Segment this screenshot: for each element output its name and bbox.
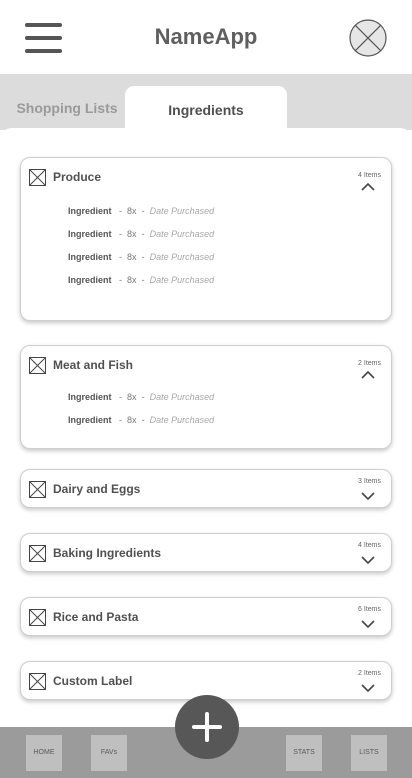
ingredient-name: Ingredient [68,415,112,425]
item-count-badge: 4 Items [358,172,381,179]
image-placeholder-icon[interactable] [29,169,46,186]
ingredient-date: Date Purchased [149,229,215,239]
separator: - [119,392,123,402]
tab-ingredients[interactable]: Ingredients [125,86,287,130]
ingredient-row[interactable]: Ingredient - 8x - Date Purchased [68,252,214,262]
nav-stats-button[interactable]: STATS [286,735,322,771]
image-placeholder-icon[interactable] [29,609,46,626]
category-card-dairy-and-eggs[interactable]: Dairy and Eggs 3 Items [20,469,392,508]
category-card-produce[interactable]: Produce 4 Items Ingredient - 8x - Date P… [20,157,392,321]
ingredient-date: Date Purchased [149,275,215,285]
image-placeholder-icon[interactable] [29,545,46,562]
nav-home-button[interactable]: HOME [26,735,62,771]
plus-icon-stroke [205,712,209,742]
ingredient-date: Date Purchased [149,252,215,262]
ingredient-quantity: 8x [127,415,137,425]
ingredient-quantity: 8x [127,392,137,402]
item-count-badge: 6 Items [358,606,381,613]
chevron-down-icon[interactable] [361,684,375,693]
category-title: Produce [53,170,102,184]
separator: - [141,206,145,216]
item-count-badge: 2 Items [358,360,381,367]
chevron-down-icon[interactable] [361,620,375,629]
category-card-meat-and-fish[interactable]: Meat and Fish 2 Items Ingredient - 8x - … [20,345,392,449]
image-placeholder-icon[interactable] [29,673,46,690]
separator: - [119,252,123,262]
ingredient-row[interactable]: Ingredient - 8x - Date Purchased [68,275,214,285]
ingredient-row[interactable]: Ingredient - 8x - Date Purchased [68,206,214,216]
nav-favs-button[interactable]: FAVs [91,735,127,771]
ingredient-quantity: 8x [127,206,137,216]
ingredient-row[interactable]: Ingredient - 8x - Date Purchased [68,415,214,425]
chevron-down-icon[interactable] [361,492,375,501]
separator: - [119,275,123,285]
chevron-up-icon[interactable] [361,370,375,379]
ingredient-name: Ingredient [68,275,112,285]
category-title: Meat and Fish [53,358,134,372]
separator: - [119,229,123,239]
ingredient-name: Ingredient [68,206,112,216]
add-button[interactable] [175,695,239,759]
ingredient-name: Ingredient [68,252,112,262]
category-title: Custom Label [53,674,133,688]
avatar-placeholder-icon[interactable] [349,19,387,57]
ingredients-list: Produce 4 Items Ingredient - 8x - Date P… [0,128,412,728]
ingredient-date: Date Purchased [149,206,215,216]
image-placeholder-icon[interactable] [29,481,46,498]
separator: - [141,229,145,239]
separator: - [119,206,123,216]
separator: - [119,415,123,425]
separator: - [141,392,145,402]
ingredient-quantity: 8x [127,275,137,285]
app-header: NameApp [0,0,412,74]
separator: - [141,275,145,285]
category-title: Dairy and Eggs [53,482,141,496]
item-count-badge: 3 Items [358,478,381,485]
ingredient-date: Date Purchased [149,415,215,425]
separator: - [141,252,145,262]
chevron-down-icon[interactable] [361,556,375,565]
ingredient-quantity: 8x [127,229,137,239]
ingredient-name: Ingredient [68,229,112,239]
category-card-rice-and-pasta[interactable]: Rice and Pasta 6 Items [20,597,392,636]
item-count-badge: 2 Items [358,670,381,677]
ingredient-row[interactable]: Ingredient - 8x - Date Purchased [68,392,214,402]
ingredient-date: Date Purchased [149,392,215,402]
nav-lists-button[interactable]: LISTS [351,735,387,771]
ingredient-quantity: 8x [127,252,137,262]
tab-bar: Shopping Lists Ingredients [0,74,412,130]
separator: - [141,415,145,425]
tab-shopping-lists[interactable]: Shopping Lists [0,100,134,116]
item-count-badge: 4 Items [358,542,381,549]
category-title: Rice and Pasta [53,610,139,624]
category-title: Baking Ingredients [53,546,162,560]
chevron-up-icon[interactable] [361,182,375,191]
image-placeholder-icon[interactable] [29,357,46,374]
category-card-baking-ingredients[interactable]: Baking Ingredients 4 Items [20,533,392,572]
ingredient-row[interactable]: Ingredient - 8x - Date Purchased [68,229,214,239]
ingredient-name: Ingredient [68,392,112,402]
